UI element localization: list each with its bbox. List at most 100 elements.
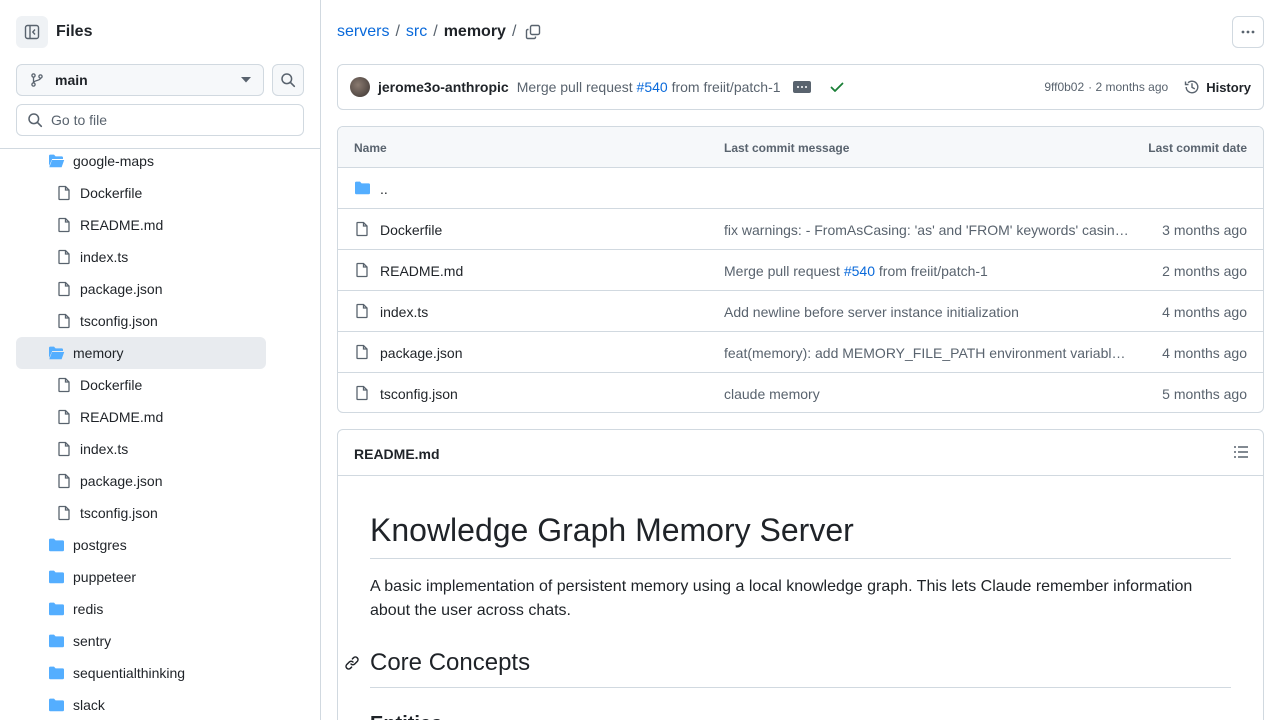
tree-item-label: README.md bbox=[80, 217, 164, 233]
table-header: Name Last commit message Last commit dat… bbox=[338, 127, 1263, 168]
pull-request-link[interactable]: #540 bbox=[637, 79, 668, 95]
commit-date: 5 months ago bbox=[1162, 386, 1247, 402]
tree-item-label: slack bbox=[73, 697, 105, 713]
breadcrumb-current: memory bbox=[443, 23, 506, 40]
tree-folder-item[interactable]: slack bbox=[48, 689, 320, 720]
tree-file-item[interactable]: index.ts bbox=[56, 433, 320, 465]
tree-folder-item[interactable]: postgres bbox=[48, 529, 320, 561]
file-name-link[interactable]: index.ts bbox=[380, 304, 428, 320]
copy-path-button[interactable] bbox=[521, 20, 545, 44]
branch-selector-button[interactable]: main bbox=[16, 64, 264, 96]
folder-icon bbox=[49, 634, 64, 648]
pull-request-link[interactable]: #540 bbox=[844, 263, 875, 279]
commit-age: · 2 months ago bbox=[1088, 80, 1169, 94]
expand-commit-message-button[interactable] bbox=[792, 81, 811, 93]
file-name-link[interactable]: README.md bbox=[380, 263, 463, 279]
file-icon bbox=[356, 262, 368, 278]
column-header-date: Last commit date bbox=[1148, 141, 1247, 155]
readme-body: Knowledge Graph Memory Server A basic im… bbox=[345, 510, 1231, 720]
commit-message-link[interactable]: Add newline before server instance initi… bbox=[724, 304, 1130, 320]
folder-icon bbox=[49, 602, 64, 616]
parent-directory-link[interactable]: .. bbox=[380, 181, 388, 197]
tree-folder-item[interactable]: sequentialthinking bbox=[48, 657, 320, 689]
file-icon bbox=[58, 217, 70, 233]
tree-file-item[interactable]: tsconfig.json bbox=[56, 497, 320, 529]
tree-item-label: Dockerfile bbox=[80, 185, 143, 201]
tree-folder-item[interactable]: redis bbox=[48, 593, 320, 625]
file-icon bbox=[356, 385, 368, 401]
commit-message-suffix: from freiit/patch-1 bbox=[875, 263, 988, 279]
breadcrumb-dir-link[interactable]: src bbox=[406, 22, 427, 42]
tree-item-label: package.json bbox=[80, 473, 163, 489]
tree-file-item[interactable]: package.json bbox=[56, 273, 320, 305]
file-icon bbox=[356, 344, 368, 360]
commit-message-link[interactable]: fix warnings: - FromAsCasing: 'as' and '… bbox=[724, 222, 1130, 238]
file-name-link[interactable]: tsconfig.json bbox=[380, 386, 458, 402]
file-icon bbox=[58, 185, 70, 201]
sidebar-header: Files main bbox=[0, 0, 320, 149]
directory-file-table: Name Last commit message Last commit dat… bbox=[337, 126, 1264, 413]
history-button[interactable]: History bbox=[1184, 79, 1251, 95]
commit-message-link[interactable]: feat(memory): add MEMORY_FILE_PATH envir… bbox=[724, 345, 1130, 361]
commit-meta: 9ff0b02 · 2 months ago History bbox=[1044, 79, 1251, 95]
commit-message-link[interactable]: Merge pull request #540 from freiit/patc… bbox=[724, 263, 1130, 279]
commit-sha[interactable]: 9ff0b02 bbox=[1044, 80, 1084, 94]
folder-icon bbox=[49, 538, 64, 552]
tree-file-item[interactable]: Dockerfile bbox=[56, 369, 320, 401]
folder-icon bbox=[49, 666, 64, 680]
commit-date: 4 months ago bbox=[1162, 345, 1247, 361]
file-icon bbox=[58, 313, 70, 329]
outline-list-icon[interactable] bbox=[1233, 444, 1249, 460]
file-icon bbox=[58, 377, 70, 393]
table-row: Dockerfile fix warnings: - FromAsCasing: … bbox=[338, 209, 1263, 250]
main-content: servers / src / memory / jerome3o-anthro… bbox=[321, 0, 1280, 720]
tree-file-item[interactable]: tsconfig.json bbox=[56, 305, 320, 337]
tree-folder-item[interactable]: google-maps bbox=[48, 145, 320, 177]
more-options-button[interactable] bbox=[1232, 16, 1264, 48]
tree-file-item[interactable]: package.json bbox=[56, 465, 320, 497]
folder-open-icon bbox=[49, 154, 65, 168]
search-icon bbox=[281, 73, 296, 88]
readme-subsection-heading: Entities bbox=[370, 712, 1231, 720]
go-to-file-input[interactable] bbox=[51, 112, 291, 128]
breadcrumb-separator: / bbox=[511, 23, 517, 40]
file-name-link[interactable]: Dockerfile bbox=[380, 222, 442, 238]
tree-file-item[interactable]: README.md bbox=[56, 209, 320, 241]
tree-item-label: Dockerfile bbox=[80, 377, 143, 393]
check-icon[interactable] bbox=[829, 79, 845, 95]
readme-section-heading-text: Core Concepts bbox=[370, 649, 531, 676]
tree-item-label: memory bbox=[73, 345, 124, 361]
table-row: README.md Merge pull request #540 from fr… bbox=[338, 250, 1263, 291]
tree-file-item[interactable]: README.md bbox=[56, 401, 320, 433]
search-files-button[interactable] bbox=[272, 64, 304, 96]
tree-file-item[interactable]: index.ts bbox=[56, 241, 320, 273]
commit-date: 2 months ago bbox=[1162, 263, 1247, 279]
tree-folder-item[interactable]: sentry bbox=[48, 625, 320, 657]
branch-name: main bbox=[55, 72, 88, 88]
tree-folder-item[interactable]: puppeteer bbox=[48, 561, 320, 593]
link-icon[interactable] bbox=[344, 655, 360, 671]
commit-message-link[interactable]: claude memory bbox=[724, 386, 1130, 402]
file-icon bbox=[58, 281, 70, 297]
go-to-file-field[interactable] bbox=[16, 104, 304, 136]
folder-icon bbox=[355, 181, 370, 195]
tree-file-item[interactable]: Dockerfile bbox=[56, 177, 320, 209]
column-header-name: Name bbox=[354, 141, 387, 155]
file-icon bbox=[58, 505, 70, 521]
tree-item-label: tsconfig.json bbox=[80, 505, 158, 521]
avatar[interactable] bbox=[350, 77, 370, 97]
tree-item-label: puppeteer bbox=[73, 569, 137, 585]
collapse-sidebar-button[interactable] bbox=[16, 16, 48, 48]
parent-directory-row[interactable]: .. bbox=[338, 168, 1263, 209]
commit-message[interactable]: Merge pull request #540 from freiit/patc… bbox=[517, 79, 781, 95]
readme-tab[interactable]: README.md bbox=[354, 446, 440, 462]
table-row: tsconfig.json claude memory 5 months ago bbox=[338, 373, 1263, 412]
commit-message-prefix: Merge pull request bbox=[724, 263, 844, 279]
file-icon bbox=[356, 221, 368, 237]
git-branch-icon bbox=[31, 73, 43, 87]
file-icon bbox=[356, 303, 368, 319]
tree-folder-item[interactable]: memory bbox=[16, 337, 266, 369]
breadcrumb-repo-link[interactable]: servers bbox=[337, 22, 389, 42]
file-name-link[interactable]: package.json bbox=[380, 345, 463, 361]
commit-author-link[interactable]: jerome3o-anthropic bbox=[378, 79, 509, 95]
